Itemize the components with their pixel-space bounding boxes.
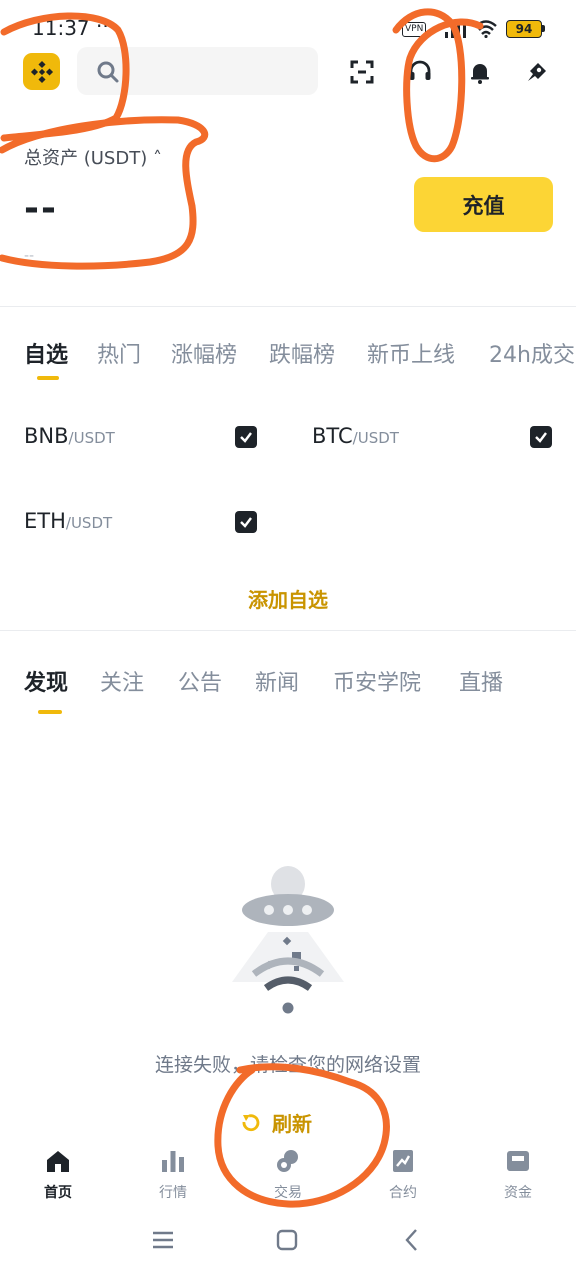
chart-icon <box>162 1151 184 1172</box>
refresh-button[interactable]: 刷新 <box>240 1108 312 1137</box>
tab-live[interactable]: 直播 <box>459 665 503 697</box>
pair-quote: /USDT <box>68 429 115 447</box>
binance-logo[interactable] <box>23 53 60 90</box>
pair-quote: /USDT <box>65 514 113 532</box>
futures-icon <box>393 1150 413 1172</box>
nav-home[interactable]: 首页 <box>18 1148 98 1202</box>
battery-indicator: 94 <box>506 20 542 38</box>
wallet-icon <box>507 1151 529 1171</box>
tab-announcements[interactable]: 公告 <box>178 665 222 697</box>
total-assets-value: -- <box>24 188 58 229</box>
vpn-badge: VPN <box>402 22 427 37</box>
tab-following[interactable]: 关注 <box>100 665 144 697</box>
tab-new-listings[interactable]: 新币上线 <box>367 337 455 369</box>
refresh-label: 刷新 <box>272 1112 312 1136</box>
tab-discover[interactable]: 发现 <box>24 665 68 697</box>
nav-label: 资金 <box>504 1185 532 1201</box>
checkbox-bnb[interactable] <box>235 426 257 448</box>
tab-24h-volume[interactable]: 24h成交 <box>489 337 575 369</box>
home-square-icon[interactable] <box>275 1228 299 1252</box>
watchlist-item-eth[interactable]: ETH/USDT <box>24 509 112 533</box>
network-error-illustration <box>232 866 344 1014</box>
watchlist-item-btc[interactable]: BTC/USDT <box>312 424 399 448</box>
search-input[interactable] <box>130 56 314 88</box>
watchlist-item-bnb[interactable]: BNB/USDT <box>24 424 115 448</box>
tab-indicator <box>37 376 59 380</box>
search-icon <box>97 61 119 83</box>
tab-watchlist[interactable]: 自选 <box>24 337 68 369</box>
share-icon[interactable] <box>524 59 550 85</box>
headset-icon[interactable] <box>407 59 433 85</box>
add-to-watchlist-button[interactable]: 添加自选 <box>0 584 576 613</box>
tab-volume-clip: 24h成交 <box>489 330 576 370</box>
total-assets-subvalue: -- <box>24 248 35 264</box>
scan-icon[interactable] <box>349 59 375 85</box>
tab-indicator <box>38 710 62 714</box>
battery-tip <box>542 25 545 32</box>
back-icon[interactable] <box>400 1228 424 1252</box>
pair-base: ETH <box>24 509 66 533</box>
nav-label: 交易 <box>274 1185 302 1201</box>
pair-quote: /USDT <box>352 429 399 447</box>
nav-markets[interactable]: 行情 <box>133 1148 213 1202</box>
binance-logo-icon <box>30 60 53 83</box>
checkbox-btc[interactable] <box>530 426 552 448</box>
tab-news[interactable]: 新闻 <box>255 665 299 697</box>
nav-label: 行情 <box>159 1185 187 1201</box>
deposit-button[interactable]: 充值 <box>414 177 553 232</box>
divider <box>0 630 576 631</box>
tab-losers[interactable]: 跌幅榜 <box>269 337 335 369</box>
status-time: 11:37 <box>32 16 90 40</box>
status-overflow: ··· <box>96 14 116 38</box>
tab-hot[interactable]: 热门 <box>97 337 141 369</box>
nav-label: 首页 <box>44 1185 72 1201</box>
check-icon <box>240 432 252 443</box>
pair-base: BNB <box>24 424 69 448</box>
total-assets-label[interactable]: 总资产 (USDT) ˄ <box>24 144 162 170</box>
check-icon <box>240 517 252 528</box>
home-icon <box>47 1151 69 1172</box>
bell-icon[interactable] <box>467 59 493 85</box>
tab-academy[interactable]: 币安学院 <box>333 665 421 697</box>
checkbox-eth[interactable] <box>235 511 257 533</box>
divider <box>0 306 576 307</box>
refresh-icon <box>242 1113 260 1131</box>
pair-base: BTC <box>312 424 353 448</box>
nav-funds[interactable]: 资金 <box>478 1148 558 1202</box>
nav-label: 合约 <box>389 1185 417 1201</box>
check-icon <box>535 432 547 443</box>
wifi-icon <box>475 20 497 38</box>
recents-menu-icon[interactable] <box>151 1228 175 1252</box>
tab-gainers[interactable]: 涨幅榜 <box>171 337 237 369</box>
error-message: 连接失败，请检查您的网络设置 <box>154 1054 421 1076</box>
signal-icon <box>445 20 466 38</box>
nav-futures[interactable]: 合约 <box>363 1148 443 1202</box>
nav-trade[interactable]: 交易 <box>248 1148 328 1202</box>
trade-icon <box>277 1150 298 1172</box>
